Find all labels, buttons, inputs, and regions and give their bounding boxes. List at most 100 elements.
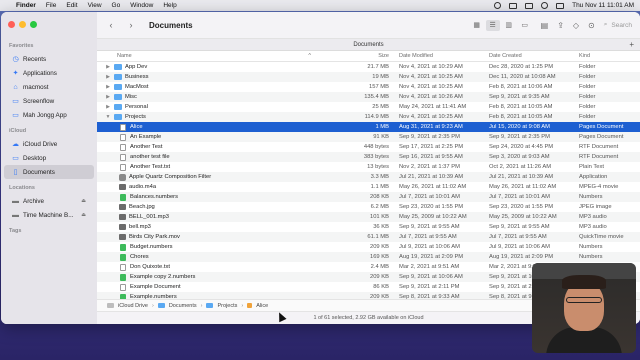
control-center-icon[interactable] [556, 2, 565, 9]
file-size: 21.7 MB [367, 64, 389, 70]
screen-record-icon[interactable] [494, 2, 502, 9]
tab-documents[interactable]: Documents [353, 42, 383, 48]
toolbar-actions: ▦ ☰ ▥ ▭ ▤ ⇪ ◇ ⊙ ⌕ Search [470, 19, 632, 31]
zoom-button[interactable] [30, 21, 37, 28]
tag-icon[interactable]: ◇ [573, 21, 579, 30]
file-row[interactable]: Balances.numbers 208 KB Jul 7, 2021 at 10:… [97, 192, 640, 202]
date-modified: Aug 19, 2021 at 2:09 PM [399, 254, 464, 260]
close-button[interactable] [8, 21, 15, 28]
minimize-button[interactable] [19, 21, 26, 28]
sidebar-item-screenflow[interactable]: ▭ Screenflow [4, 94, 94, 108]
date-modified: Sep 16, 2021 at 9:55 AM [399, 154, 463, 160]
menu-clock[interactable]: Thu Nov 11 11:01 AM [572, 2, 634, 9]
row-name-cell: ▶ MacMost [97, 84, 317, 90]
sidebar-item-icloud-drive[interactable]: ☁ iCloud Drive [4, 137, 94, 151]
column-view-icon[interactable]: ▥ [502, 20, 516, 31]
menu-window[interactable]: Window [130, 2, 153, 9]
sidebar-item-applications[interactable]: ✦ Applications [4, 66, 94, 80]
menu-go[interactable]: Go [112, 2, 121, 9]
menu-app-name[interactable]: Finder [16, 2, 36, 9]
file-row[interactable]: another test file 383 bytes Sep 16, 2021 a… [97, 152, 640, 162]
file-kind: MP3 audio [579, 224, 607, 230]
date-created: Feb 8, 2021 at 10:05 AM [489, 114, 553, 120]
date-created: Jul 21, 2021 at 10:39 AM [489, 174, 554, 180]
sidebar-item-desktop[interactable]: ▭ Desktop [4, 151, 94, 165]
file-row[interactable]: Budget.numbers 209 KB Jul 9, 2021 at 10:06… [97, 242, 640, 252]
folder-icon: ▭ [12, 97, 19, 105]
file-row[interactable]: Another Test 448 bytes Sep 17, 2021 at 2:2… [97, 142, 640, 152]
document-icon [120, 153, 126, 161]
eject-icon[interactable]: ⏏ [81, 198, 86, 204]
share-icon[interactable]: ⇪ [557, 21, 564, 30]
menu-help[interactable]: Help [163, 2, 176, 9]
sidebar-item-label: Applications [23, 69, 57, 77]
folder-row[interactable]: ▼ Projects 114.9 MB Nov 4, 2021 at 10:25 AM… [97, 112, 640, 122]
file-name: another test file [130, 154, 170, 160]
gallery-view-icon[interactable]: ▭ [518, 20, 532, 31]
forward-icon[interactable]: › [125, 20, 137, 30]
date-modified: Aug 31, 2021 at 9:23 AM [399, 124, 463, 130]
disclosure-closed-icon[interactable]: ▶ [105, 74, 111, 80]
sidebar-item-recents[interactable]: ◷ Recents [4, 52, 94, 66]
row-name-cell: An Example [97, 133, 317, 141]
menu-edit[interactable]: Edit [66, 2, 77, 9]
new-tab-button[interactable]: + [629, 39, 634, 51]
column-size[interactable]: Size [317, 53, 393, 59]
disclosure-open-icon[interactable]: ▼ [105, 114, 111, 120]
column-header: Name ^ Size Date Modified Date Created Ki… [97, 51, 640, 62]
menu-file[interactable]: File [46, 2, 56, 9]
disclosure-closed-icon[interactable]: ▶ [105, 84, 111, 90]
path-item-icloud-drive[interactable]: iCloud Drive [118, 303, 148, 309]
sidebar-item-archive[interactable]: ▬ Archive ⏏ [4, 194, 94, 208]
search-icon[interactable] [541, 2, 549, 9]
file-row[interactable]: Apple Quartz Composition Filter 3.3 MB Jul… [97, 172, 640, 182]
column-kind[interactable]: Kind [573, 53, 640, 59]
file-row[interactable]: An Example 91 KB Sep 9, 2021 at 2:35 PM Sep… [97, 132, 640, 142]
sidebar-item-time-machine[interactable]: ▬ Time Machine B... ⏏ [4, 208, 94, 222]
folder-row[interactable]: ▶ App Dev 21.7 MB Nov 4, 2021 at 10:29 AM De… [97, 62, 640, 72]
path-item-projects[interactable]: Projects [217, 303, 237, 309]
icon-view-icon[interactable]: ▦ [470, 20, 484, 31]
folder-row[interactable]: ▶ Personal 25 MB May 24, 2021 at 11:41 AM Fe… [97, 102, 640, 112]
sidebar-item-mah-jongg-app[interactable]: ▭ Mah Jongg App [4, 108, 94, 122]
group-icon[interactable]: ▤ [541, 21, 549, 30]
list-view-icon[interactable]: ☰ [485, 19, 500, 31]
date-created: Sep 9, 2021 at 9:55 AM [489, 224, 550, 230]
media-file-icon [119, 214, 126, 220]
sidebar-item-documents[interactable]: ▯ Documents [4, 165, 94, 179]
folder-row[interactable]: ▶ Business 19 MB Nov 4, 2021 at 10:25 AM Dec… [97, 72, 640, 82]
column-name[interactable]: Name ^ [97, 53, 317, 59]
file-row[interactable]: Beach.jpg 6.2 MB Sep 23, 2020 at 1:55 PM Se… [97, 202, 640, 212]
file-row[interactable]: Alice 1 MB Aug 31, 2021 at 9:23 AM Jul 15, … [97, 122, 640, 132]
menu-view[interactable]: View [88, 2, 102, 9]
path-item-alice[interactable]: Alice [256, 303, 268, 309]
folder-row[interactable]: ▶ Misc 135.4 MB Nov 4, 2021 at 10:26 AM Sep … [97, 92, 640, 102]
date-created: Jul 9, 2021 at 10:06 AM [489, 244, 550, 250]
file-size: 36 KB [373, 224, 389, 230]
column-date-modified[interactable]: Date Modified [393, 53, 483, 59]
search-field[interactable]: ⌕ Search [604, 21, 632, 29]
file-name: Beach.jpg [129, 204, 155, 210]
display-icon[interactable] [509, 2, 518, 9]
file-row[interactable]: audio.m4a 1.1 MB May 26, 2021 at 11:02 AM M… [97, 182, 640, 192]
application-icon [119, 173, 126, 181]
disclosure-closed-icon[interactable]: ▶ [105, 104, 111, 110]
sidebar-item-macmost[interactable]: ⌂ macmost [4, 80, 94, 94]
back-icon[interactable]: ‹ [105, 20, 117, 30]
file-row[interactable]: Birds City Park.mov 61.1 MB Jul 7, 2021 at… [97, 232, 640, 242]
file-row[interactable]: Another Test.txt 13 bytes Nov 2, 2021 at 1… [97, 162, 640, 172]
media-file-icon [119, 184, 126, 190]
disclosure-closed-icon[interactable]: ▶ [105, 64, 111, 70]
action-menu-icon[interactable]: ⊙ [588, 21, 595, 30]
file-row[interactable]: bell.mp3 36 KB Sep 9, 2021 at 9:55 AM Sep 9… [97, 222, 640, 232]
date-created: Jul 7, 2021 at 9:55 AM [489, 234, 547, 240]
file-row[interactable]: Chores 169 KB Aug 19, 2021 at 2:09 PM Aug 1… [97, 252, 640, 262]
file-size: 3.3 MB [370, 174, 389, 180]
folder-row[interactable]: ▶ MacMost 157 MB Nov 4, 2021 at 10:25 AM Feb… [97, 82, 640, 92]
file-row[interactable]: BELL_001.mp3 101 KB May 25, 2009 at 10:22 … [97, 212, 640, 222]
path-item-documents[interactable]: Documents [169, 303, 197, 309]
column-date-created[interactable]: Date Created [483, 53, 573, 59]
disclosure-closed-icon[interactable]: ▶ [105, 94, 111, 100]
eject-icon[interactable]: ⏏ [81, 212, 86, 218]
battery-icon[interactable] [525, 2, 534, 9]
